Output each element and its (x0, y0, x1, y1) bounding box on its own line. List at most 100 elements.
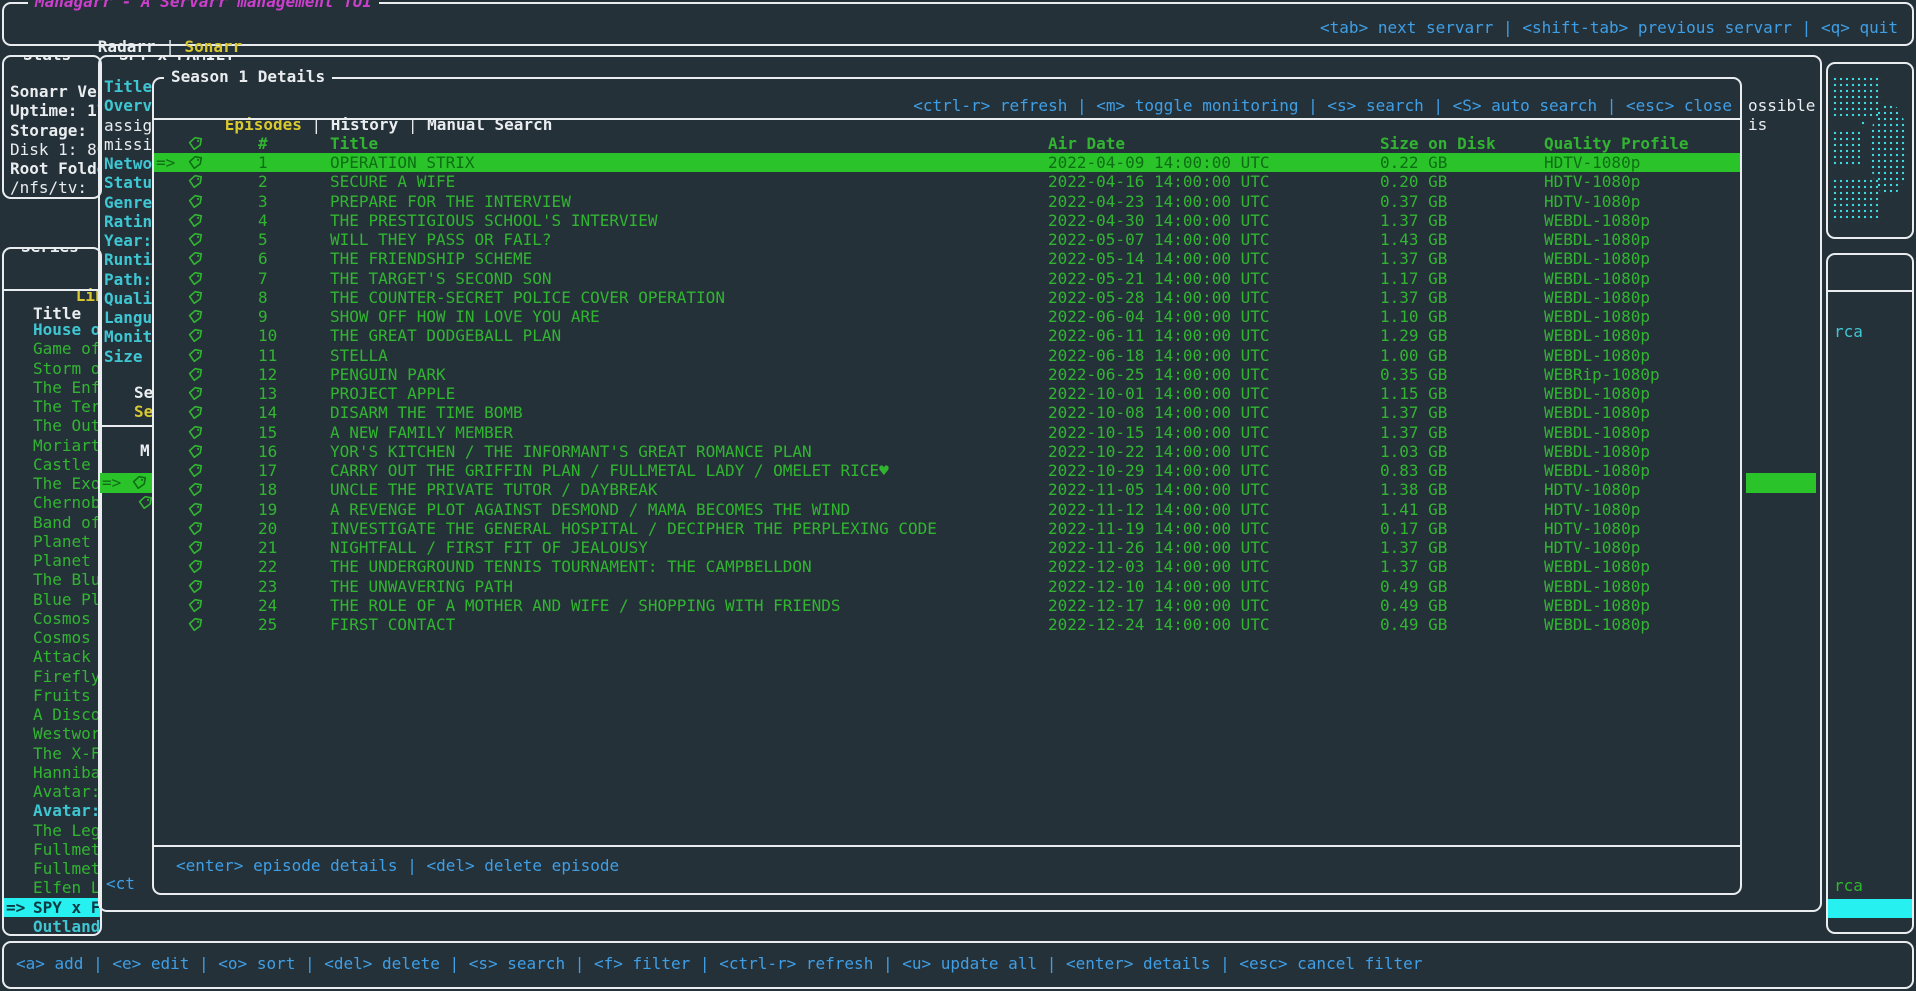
series-list-item[interactable]: The Leg (4, 821, 100, 840)
episode-title: WILL THEY PASS OR FAIL? (330, 230, 552, 249)
tab-sonarr[interactable]: Sonarr (185, 37, 243, 56)
series-list-item[interactable]: Cosmos (4, 628, 100, 647)
stats-line: Storage: (10, 121, 87, 140)
detail-field-label-fragment: Netwo (104, 154, 152, 173)
episode-row[interactable]: 2SECURE A WIFE2022-04-16 14:00:00 UTC0.2… (154, 172, 1740, 191)
episode-quality: WEBDL-1080p (1544, 596, 1650, 615)
episode-row[interactable]: 21NIGHTFALL / FIRST FIT OF JEALOUSY2022-… (154, 538, 1740, 557)
episode-title: THE UNDERGROUND TENNIS TOURNAMENT: THE C… (330, 557, 812, 576)
series-list-item[interactable]: Westwor (4, 724, 100, 743)
series-list-item[interactable]: Storm o (4, 359, 100, 378)
series-list-item[interactable]: The Ter (4, 397, 100, 416)
episode-quality: WEBDL-1080p (1544, 423, 1650, 442)
series-list-item[interactable]: Attack (4, 647, 100, 666)
episode-row[interactable]: 12PENGUIN PARK2022-06-25 14:00:00 UTC0.3… (154, 365, 1740, 384)
series-list-item[interactable]: Castle (4, 455, 100, 474)
series-list-item[interactable]: Moriart (4, 436, 100, 455)
episode-row[interactable]: 19A REVENGE PLOT AGAINST DESMOND / MAMA … (154, 500, 1740, 519)
series-list-item[interactable]: Band of (4, 513, 100, 532)
series-list-item[interactable]: The Enf (4, 378, 100, 397)
episode-air-date: 2022-05-21 14:00:00 UTC (1048, 269, 1270, 288)
season-details-footer-help: <enter> episode details | <del> delete e… (176, 856, 619, 875)
series-details-title: SPY x FAMILY (112, 55, 242, 64)
series-list-item[interactable]: Avatar: (4, 801, 100, 820)
tag-icon (188, 172, 203, 191)
series-list-item[interactable]: Outland (4, 917, 100, 936)
series-panel-title: Series (14, 247, 86, 256)
episode-row[interactable]: 17CARRY OUT THE GRIFFIN PLAN / FULLMETAL… (154, 461, 1740, 480)
episode-row[interactable]: 11STELLA2022-06-18 14:00:00 UTC1.00 GBWE… (154, 346, 1740, 365)
episode-title: THE PRESTIGIOUS SCHOOL'S INTERVIEW (330, 211, 658, 230)
episode-row[interactable]: 20INVESTIGATE THE GENERAL HOSPITAL / DEC… (154, 519, 1740, 538)
series-list-item[interactable]: Planet (4, 532, 100, 551)
episode-number: 19 (258, 500, 277, 519)
episode-row[interactable]: 24THE ROLE OF A MOTHER AND WIFE / SHOPPI… (154, 596, 1740, 615)
episode-row[interactable]: 16YOR'S KITCHEN / THE INFORMANT'S GREAT … (154, 442, 1740, 461)
episode-row[interactable]: 22THE UNDERGROUND TENNIS TOURNAMENT: THE… (154, 557, 1740, 576)
episode-row[interactable]: =>1OPERATION STRIX2022-04-09 14:00:00 UT… (154, 153, 1740, 172)
stats-line: Uptime: 17 (10, 101, 102, 120)
series-list-item[interactable]: Fullmet (4, 840, 100, 859)
episode-quality: WEBDL-1080p (1544, 211, 1650, 230)
series-list-item[interactable]: The X-F (4, 744, 100, 763)
episode-number: 16 (258, 442, 277, 461)
right-column-box: rca rca (1826, 253, 1914, 934)
episode-air-date: 2022-10-08 14:00:00 UTC (1048, 403, 1270, 422)
stats-line: /nfs/tv: 1 (10, 178, 102, 197)
series-list-item[interactable]: A Disco (4, 705, 100, 724)
episode-row[interactable]: 13PROJECT APPLE2022-10-01 14:00:00 UTC1.… (154, 384, 1740, 403)
episode-number: 4 (258, 211, 268, 230)
series-list-item[interactable]: Firefly (4, 667, 100, 686)
series-list-item[interactable]: The Exo (4, 474, 100, 493)
episode-quality: HDTV-1080p (1544, 500, 1640, 519)
episode-row[interactable]: 14DISARM THE TIME BOMB2022-10-08 14:00:0… (154, 403, 1740, 422)
series-list-item[interactable]: House o (4, 320, 100, 339)
episode-row[interactable]: 23THE UNWAVERING PATH2022-12-10 14:00:00… (154, 577, 1740, 596)
episode-air-date: 2022-05-14 14:00:00 UTC (1048, 249, 1270, 268)
tag-icon (188, 307, 203, 326)
detail-field-label-fragment: Langu (104, 308, 152, 327)
episode-quality: WEBRip-1080p (1544, 365, 1660, 384)
episode-size: 1.37 GB (1380, 423, 1447, 442)
tag-icon (188, 480, 203, 499)
series-list-item[interactable]: Game of (4, 339, 100, 358)
series-list-item[interactable]: Hanniba (4, 763, 100, 782)
column-header-title: Title (330, 134, 378, 153)
series-details-help-fragment: <ct (106, 874, 135, 893)
series-list-item[interactable]: Cosmos (4, 609, 100, 628)
episode-row[interactable]: 8THE COUNTER-SECRET POLICE COVER OPERATI… (154, 288, 1740, 307)
episode-row[interactable]: 18UNCLE THE PRIVATE TUTOR / DAYBREAK2022… (154, 480, 1740, 499)
tab-radarr[interactable]: Radarr (98, 37, 156, 56)
series-list-item[interactable]: Blue Pl (4, 590, 100, 609)
episode-air-date: 2022-06-18 14:00:00 UTC (1048, 346, 1270, 365)
episode-air-date: 2022-10-29 14:00:00 UTC (1048, 461, 1270, 480)
episode-row[interactable]: 4THE PRESTIGIOUS SCHOOL'S INTERVIEW2022-… (154, 211, 1740, 230)
series-list-item[interactable]: Chernob (4, 493, 100, 512)
episode-row[interactable]: 9SHOW OFF HOW IN LOVE YOU ARE2022-06-04 … (154, 307, 1740, 326)
tag-icon (188, 192, 203, 211)
series-list-item[interactable]: Avatar: (4, 782, 100, 801)
episode-row[interactable]: 6THE FRIENDSHIP SCHEME2022-05-14 14:00:0… (154, 249, 1740, 268)
episode-row[interactable]: 10THE GREAT DODGEBALL PLAN2022-06-11 14:… (154, 326, 1740, 345)
series-list-item[interactable]: Planet (4, 551, 100, 570)
episode-quality: WEBDL-1080p (1544, 461, 1650, 480)
series-list-item[interactable]: Elfen L (4, 878, 100, 897)
episode-air-date: 2022-10-15 14:00:00 UTC (1048, 423, 1270, 442)
detail-field-text-fragment: assig (104, 116, 152, 135)
series-list-item[interactable]: The Out (4, 416, 100, 435)
episode-size: 1.37 GB (1380, 288, 1447, 307)
episode-row[interactable]: 15A NEW FAMILY MEMBER2022-10-15 14:00:00… (154, 423, 1740, 442)
table-fragment: rca (1834, 322, 1863, 341)
series-list-item[interactable]: Fruits (4, 686, 100, 705)
series-list-item[interactable]: => SPY x F (4, 898, 100, 917)
tag-icon (188, 365, 203, 384)
overview-text-fragment: is (1748, 115, 1767, 134)
episode-row[interactable]: 7THE TARGET'S SECOND SON2022-05-21 14:00… (154, 269, 1740, 288)
episode-row[interactable]: 3PREPARE FOR THE INTERVIEW2022-04-23 14:… (154, 192, 1740, 211)
episode-row[interactable]: 25FIRST CONTACT2022-12-24 14:00:00 UTC0.… (154, 615, 1740, 634)
series-list-item[interactable]: Fullmet (4, 859, 100, 878)
season-details-popup: Season 1 Details Episodes | History | Ma… (152, 77, 1742, 895)
episode-row[interactable]: 5WILL THEY PASS OR FAIL?2022-05-07 14:00… (154, 230, 1740, 249)
app-title: Managarr - A Servarr management TUI (28, 0, 379, 11)
series-list-item[interactable]: The Blu (4, 570, 100, 589)
